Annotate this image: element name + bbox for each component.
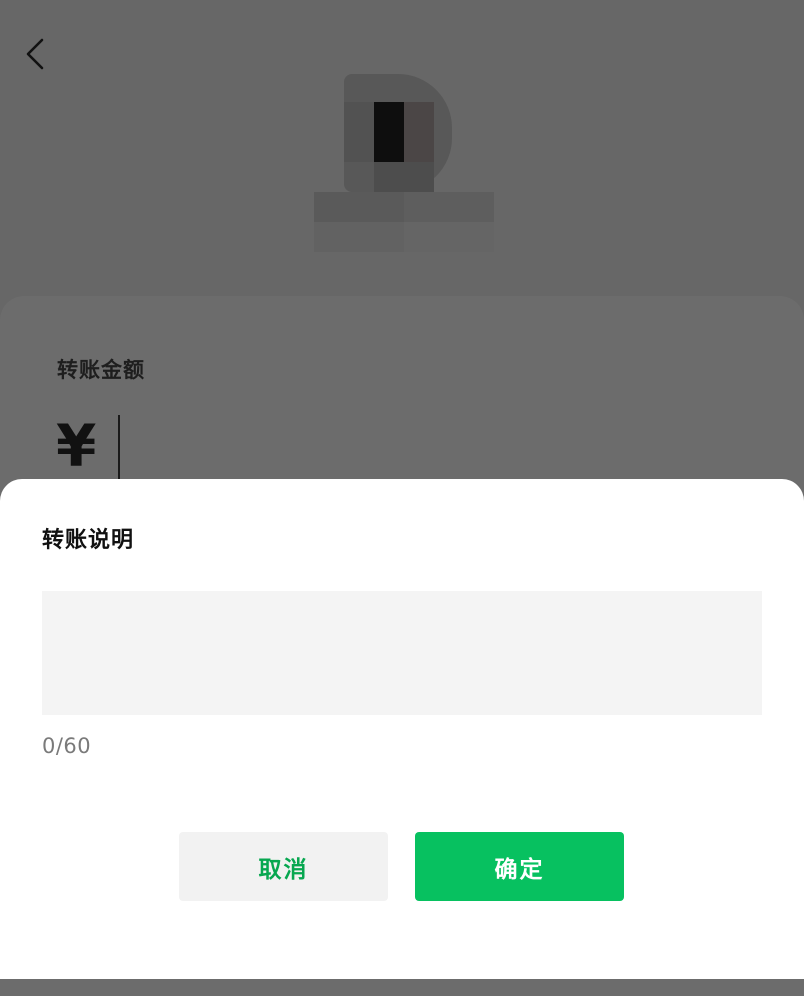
transfer-note-input[interactable] (42, 591, 762, 715)
avatar-mosaic-block (374, 162, 434, 192)
avatar-mosaic-block (404, 102, 434, 162)
amount-label: 转账金额 (57, 358, 145, 382)
avatar-mosaic-block (314, 192, 404, 222)
avatar-mosaic-block (344, 102, 374, 162)
back-button[interactable] (16, 30, 56, 78)
dialog-title: 转账说明 (42, 528, 135, 553)
avatar-mosaic-block (404, 222, 494, 252)
transfer-note-dialog: 转账说明 0/60 取消 确定 (0, 479, 804, 979)
avatar-mosaic-block (314, 222, 404, 252)
chevron-left-icon (26, 38, 44, 70)
recipient-avatar (314, 74, 494, 252)
amount-input-cursor[interactable] (118, 415, 120, 485)
confirm-button[interactable]: 确定 (415, 832, 624, 901)
cancel-button[interactable]: 取消 (179, 832, 388, 901)
avatar-mosaic-block (404, 192, 494, 222)
currency-symbol: ¥ (56, 412, 97, 480)
avatar-mosaic-block (374, 102, 404, 162)
character-counter: 0/60 (42, 734, 92, 758)
